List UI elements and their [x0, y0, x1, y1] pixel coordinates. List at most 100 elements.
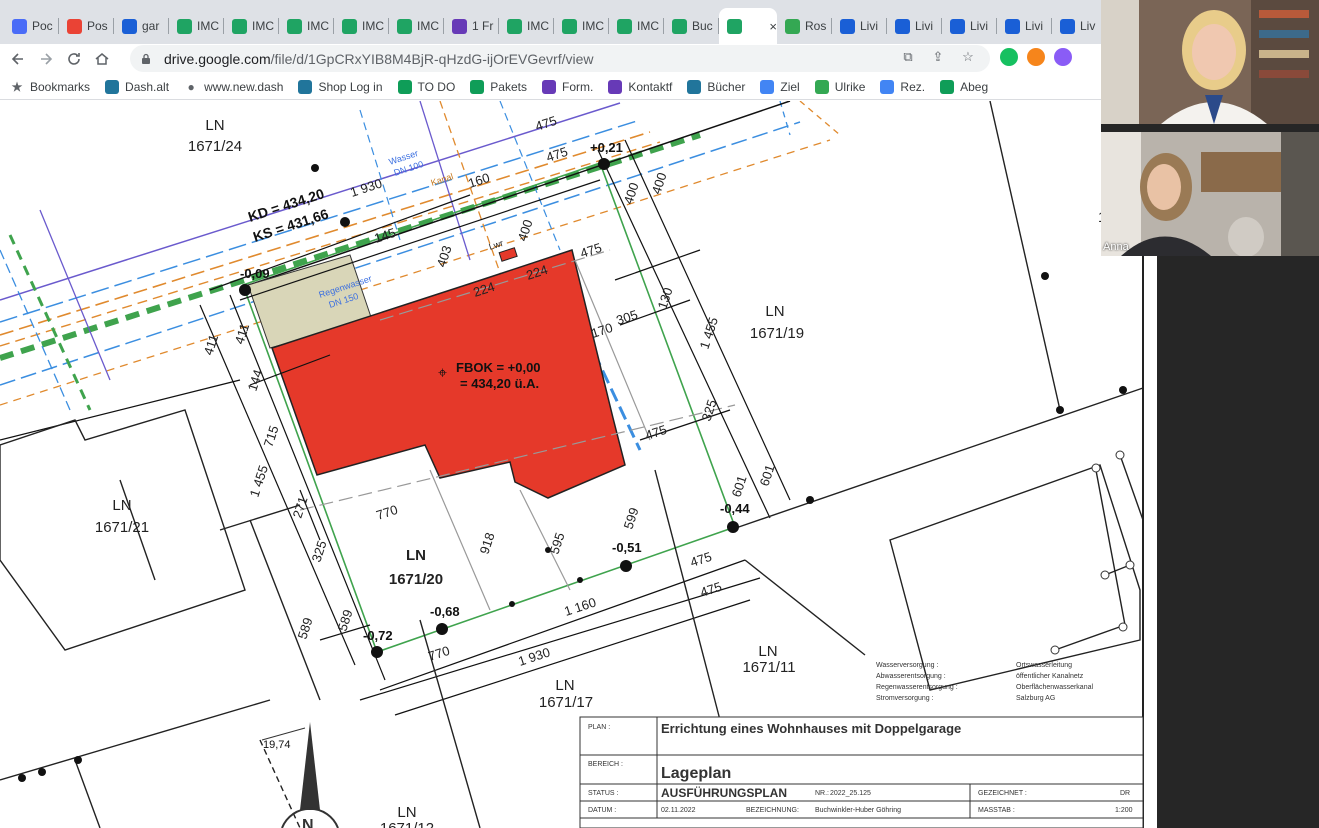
drive-file-viewer: LN 1671/24 LN 1671/19 LN 1671/21 LN 1671…: [0, 101, 1157, 828]
bookmark-item[interactable]: Bücher: [687, 79, 746, 94]
arrow-right-icon: [41, 53, 53, 65]
browser-tab[interactable]: IMC: [609, 8, 664, 44]
tb-plan-label: PLAN :: [588, 724, 610, 731]
google-drive-icon: [672, 18, 687, 34]
back-button[interactable]: [4, 45, 32, 73]
url-path: /file/d/1GpCRxYIB8M4BjR-qHzdG-ijOrEVGevr…: [270, 50, 594, 67]
tb-status-value: AUSFÜHRUNGSPLAN: [661, 785, 787, 800]
tab-label: IMC: [362, 19, 384, 33]
dropbox-icon: [1060, 18, 1075, 34]
parcel-number-4: 1671/20: [389, 571, 443, 588]
dim-label: 475: [643, 422, 668, 443]
extensions-area: [1000, 48, 1072, 66]
browser-tab[interactable]: Buc: [664, 8, 719, 44]
maps-icon: [785, 18, 800, 34]
bookmark-item[interactable]: TO DO: [397, 79, 455, 94]
dim-label: 1 455: [697, 315, 721, 351]
google-drive-icon: [617, 18, 632, 34]
dim-label: 305: [614, 307, 639, 328]
browser-tab[interactable]: Liv: [1052, 8, 1101, 44]
open-external-icon[interactable]: ⧉: [900, 49, 916, 65]
bookmark-item[interactable]: Pakets: [470, 79, 527, 94]
parcel-number-6: 1671/17: [539, 694, 593, 711]
dim-label: 325: [309, 539, 330, 564]
bookmark-label: Pakets: [490, 79, 527, 94]
browser-tab-strip: Poc Pos gar IMC IMC IMC IMC IMC 1 Fr IMC IMC IMC Buc…: [0, 0, 1101, 44]
wordpress-icon: [687, 79, 702, 94]
bookmark-item[interactable]: Kontaktf: [608, 79, 672, 94]
bookmark-item[interactable]: Dash.alt: [105, 79, 169, 94]
forward-button[interactable]: [32, 45, 60, 73]
browser-toolbar: drive.google.com/file/d/1GpCRxYIB8M4BjR-…: [0, 44, 1101, 74]
browser-tab[interactable]: IMC: [554, 8, 609, 44]
docs-icon: [760, 79, 775, 94]
bookmark-item[interactable]: Rez.: [880, 79, 925, 94]
home-button[interactable]: [88, 45, 116, 73]
browser-tab[interactable]: Pos: [59, 8, 114, 44]
extension-icon[interactable]: [1054, 48, 1072, 66]
browser-tab[interactable]: IMC: [499, 8, 554, 44]
browser-tab[interactable]: ×: [719, 8, 777, 44]
browser-tab[interactable]: IMC: [334, 8, 389, 44]
tab-label: 1 Fr: [472, 19, 494, 33]
close-tab-icon[interactable]: ×: [769, 19, 777, 34]
app-icon: [814, 79, 829, 94]
parcel-ln-7: LN: [397, 804, 416, 821]
bookmark-star-icon[interactable]: ☆: [960, 49, 976, 65]
dim-label: 770: [426, 643, 451, 664]
tb-bereich-value: Lageplan: [661, 765, 731, 782]
browser-tab[interactable]: IMC: [224, 8, 279, 44]
dim-label: 400: [621, 181, 642, 206]
bookmark-label: Shop Log in: [318, 79, 383, 94]
legend-value: öffentlicher Kanalnetz: [1016, 673, 1084, 680]
legend-value: Oberflächenwasserkanal: [1016, 684, 1093, 691]
bookmark-item[interactable]: Form.: [541, 79, 593, 94]
dim-label: 170: [589, 320, 614, 341]
google-drive-icon: [397, 18, 412, 34]
browser-tab[interactable]: 1 Fr: [444, 8, 499, 44]
google-drive-icon: [177, 18, 192, 34]
parcel-number-5: 1671/11: [742, 659, 795, 676]
bookmark-label: Bücher: [707, 79, 746, 94]
browser-tab[interactable]: Livi: [997, 8, 1052, 44]
browser-tab[interactable]: IMC: [279, 8, 334, 44]
bookmark-item[interactable]: Abeg: [940, 79, 988, 94]
browser-tab[interactable]: Livi: [832, 8, 887, 44]
tab-label: IMC: [252, 19, 274, 33]
bookmark-item[interactable]: Shop Log in: [298, 79, 383, 94]
browser-tab[interactable]: Livi: [887, 8, 942, 44]
tab-label: IMC: [307, 19, 329, 33]
browser-tab[interactable]: IMC: [169, 8, 224, 44]
google-drive-icon: [727, 18, 742, 34]
video-divider: [1101, 124, 1319, 132]
tab-label: Buc: [692, 19, 713, 33]
video-tile-participant-2[interactable]: Anna: [1101, 132, 1319, 256]
bookmark-item[interactable]: Ziel: [760, 79, 800, 94]
browser-tab[interactable]: gar: [114, 8, 169, 44]
parcel-ln-3: LN: [112, 497, 131, 514]
bookmarks-bar: ★ Bookmarks Dash.alt ● www.new.dash Shop Log …: [0, 74, 1101, 100]
pipe-label-lwr: Lwr: [488, 238, 505, 252]
browser-tab[interactable]: Ros: [777, 8, 832, 44]
video-tile-participant-1[interactable]: [1101, 0, 1319, 124]
bookmark-item[interactable]: ★ Bookmarks: [10, 80, 90, 94]
google-drive-icon: [232, 18, 247, 34]
tb-bereich-label: BEREICH :: [588, 761, 623, 768]
google-drive-icon: [287, 18, 302, 34]
browser-tab[interactable]: Poc: [4, 8, 59, 44]
dim-label: 601: [729, 474, 750, 499]
bookmark-item[interactable]: ● www.new.dash: [184, 80, 283, 94]
tab-label: IMC: [417, 19, 439, 33]
browser-tab[interactable]: IMC: [389, 8, 444, 44]
grammarly-extension-icon[interactable]: [1000, 48, 1018, 66]
tab-label: Liv: [1080, 19, 1096, 33]
reload-button[interactable]: [60, 45, 88, 73]
tb-gezeichnet-label: GEZEICHNET :: [978, 790, 1027, 797]
address-bar[interactable]: drive.google.com/file/d/1GpCRxYIB8M4BjR-…: [130, 45, 990, 72]
metamask-extension-icon[interactable]: [1027, 48, 1045, 66]
dim-label: 145: [372, 225, 397, 246]
bookmark-item[interactable]: Ulrike: [814, 79, 865, 94]
share-icon[interactable]: ⇪: [930, 49, 946, 65]
tab-label: IMC: [582, 19, 604, 33]
browser-tab[interactable]: Livi: [942, 8, 997, 44]
